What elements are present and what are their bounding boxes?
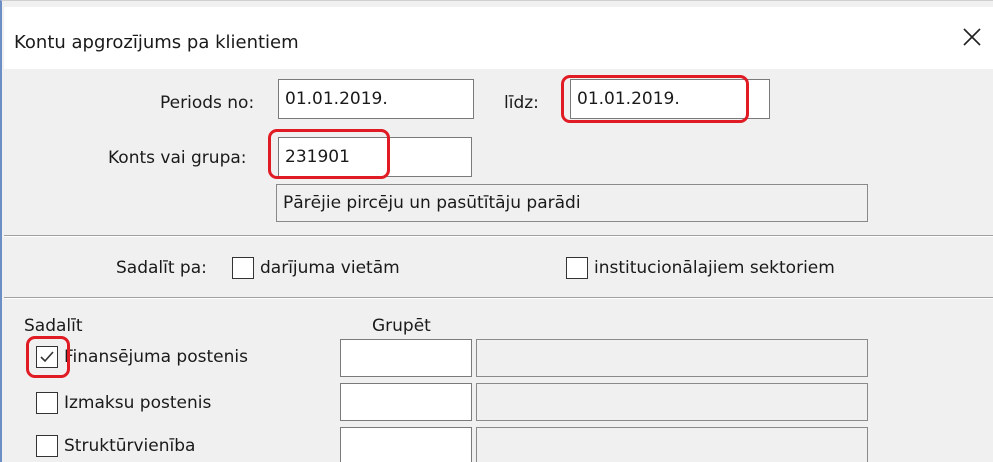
separator bbox=[4, 297, 993, 299]
close-icon[interactable] bbox=[960, 25, 984, 49]
row-checkbox-cost[interactable] bbox=[36, 392, 58, 414]
period-from-label: Periods no: bbox=[160, 93, 255, 113]
group-input-financing[interactable] bbox=[340, 339, 472, 377]
group-input-unit[interactable] bbox=[340, 427, 472, 462]
account-description: Pārējie pircēju un pasūtītāju parādi bbox=[276, 184, 868, 222]
row-checkbox-unit[interactable] bbox=[36, 435, 58, 457]
row-label-cost[interactable]: Izmaksu postenis bbox=[64, 393, 211, 413]
group-column-header: Grupēt bbox=[372, 316, 431, 336]
period-to-label: līdz: bbox=[504, 93, 539, 113]
split-by-label: Sadalīt pa: bbox=[116, 258, 207, 278]
period-to-input[interactable]: 01.01.2019. bbox=[570, 79, 770, 119]
account-label: Konts vai grupa: bbox=[108, 148, 247, 168]
window-title: Kontu apgrozījums pa klientiem bbox=[14, 32, 299, 53]
split-location-checkbox[interactable] bbox=[232, 257, 254, 279]
period-from-input[interactable]: 01.01.2019. bbox=[278, 79, 474, 119]
account-input[interactable]: 231901 bbox=[278, 137, 472, 177]
report-dialog: Kontu apgrozījums pa klientiem Periods n… bbox=[0, 0, 993, 462]
group-description-cost bbox=[476, 383, 868, 421]
row-label-financing[interactable]: Finansējuma postenis bbox=[64, 347, 248, 367]
row-checkbox-financing[interactable] bbox=[36, 346, 58, 368]
group-description-unit bbox=[476, 427, 868, 462]
title-bar: Kontu apgrozījums pa klientiem bbox=[4, 7, 993, 69]
split-column-header: Sadalīt bbox=[24, 316, 83, 336]
separator bbox=[4, 235, 993, 237]
group-input-cost[interactable] bbox=[340, 383, 472, 421]
split-location-label[interactable]: darījuma vietām bbox=[260, 258, 400, 278]
group-description-financing bbox=[476, 339, 868, 377]
split-sector-label[interactable]: institucionālajiem sektoriem bbox=[594, 258, 835, 278]
row-label-unit[interactable]: Struktūrvienība bbox=[64, 436, 195, 456]
split-sector-checkbox[interactable] bbox=[566, 257, 588, 279]
